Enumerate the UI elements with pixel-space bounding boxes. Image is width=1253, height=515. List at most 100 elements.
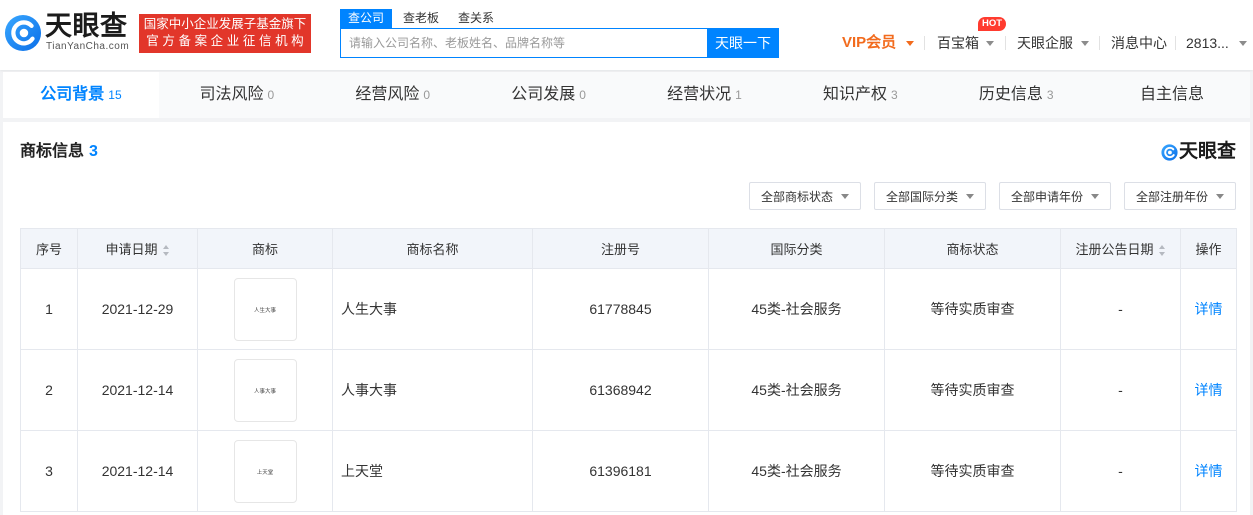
tab-intellectual-property[interactable]: 知识产权 3 (782, 72, 938, 118)
cell-trademark-name: 人生大事 (332, 268, 533, 350)
cell-reg-no: 61778845 (532, 268, 709, 350)
chevron-down-icon (1216, 193, 1224, 199)
tab-label: 公司背景 (40, 86, 105, 103)
tab-label: 司法风险 (199, 86, 264, 103)
chevron-down-icon (1091, 193, 1099, 199)
filter-apply-year[interactable]: 全部申请年份 (999, 182, 1111, 210)
logo-domain: TianYanCha.com (46, 41, 130, 52)
cell-action: 详情 (1180, 349, 1237, 431)
cell-intl-class: 45类-社会服务 (708, 268, 885, 350)
search-type-tabs: 查公司 查老板 查关系 (340, 9, 500, 28)
tab-label: 知识产权 (822, 86, 887, 103)
col-label: 申请日期 (105, 242, 158, 257)
col-trademark-name: 商标名称 (332, 228, 533, 269)
cell-intl-class: 45类-社会服务 (708, 430, 885, 512)
search-bar: 天眼一下 (340, 28, 779, 58)
cell-announce-date: - (1060, 430, 1181, 512)
table-header-row: 序号 申请日期 商标 商标名称 注册号 国际分类 商标状态 注册公告日期 操作 (20, 228, 1237, 269)
brand-name: 天眼查 (1178, 141, 1236, 162)
tab-history-info[interactable]: 历史信息 3 (938, 72, 1094, 118)
tab-label: 经营风险 (355, 86, 420, 103)
chevron-down-icon (841, 193, 849, 199)
col-index: 序号 (20, 228, 78, 269)
filter-label: 全部注册年份 (1135, 189, 1208, 204)
nav-divider (1099, 36, 1100, 50)
detail-link[interactable]: 详情 (1195, 382, 1223, 398)
nav-divider (924, 36, 925, 50)
filter-register-year[interactable]: 全部注册年份 (1124, 182, 1236, 210)
trademark-image-text: 上天堂 (256, 469, 274, 476)
nav-divider (1175, 36, 1176, 50)
col-apply-date[interactable]: 申请日期 (77, 228, 198, 269)
cell-trademark-name: 上天堂 (332, 430, 533, 512)
site-logo[interactable]: 天眼查 TianYanCha.com (0, 0, 132, 70)
cell-apply-date: 2021-12-29 (77, 268, 198, 350)
section-title: 商标信息 3 (20, 142, 98, 162)
trademark-image[interactable]: 人事大事 (233, 358, 297, 422)
treasure-chevron-down-icon[interactable] (986, 41, 994, 46)
official-badge[interactable]: 国家中小企业发展子基金旗下 官方备案企业征信机构 (139, 14, 311, 53)
cell-announce-date: - (1060, 349, 1181, 431)
user-account-menu[interactable]: 2813... (1186, 33, 1229, 53)
trademark-image-text: 人事大事 (254, 388, 276, 395)
filter-intl-class[interactable]: 全部国际分类 (874, 182, 986, 210)
detail-link[interactable]: 详情 (1195, 301, 1223, 317)
cell-trademark-image: 人生大事 (197, 268, 333, 350)
search-tab-company[interactable]: 查公司 (340, 9, 392, 28)
vip-member-menu[interactable]: VIP会员 (842, 33, 896, 53)
sort-icon[interactable] (1158, 245, 1166, 257)
services-chevron-down-icon[interactable] (1081, 41, 1089, 46)
filter-label: 全部商标状态 (760, 189, 833, 204)
tab-judicial-risk[interactable]: 司法风险 0 (159, 72, 315, 118)
treasure-box-menu[interactable]: 百宝箱 (937, 33, 979, 53)
sort-icon[interactable] (162, 245, 170, 257)
cell-status: 等待实质审查 (884, 430, 1061, 512)
vip-chevron-down-icon[interactable] (906, 41, 914, 46)
search-tab-boss[interactable]: 查老板 (403, 9, 439, 28)
badge-line-2: 官方备案企业征信机构 (146, 34, 308, 48)
tab-business-status[interactable]: 经营状况 1 (627, 72, 783, 118)
message-center-link[interactable]: 消息中心 (1111, 33, 1167, 53)
tab-count: 0 (423, 88, 431, 102)
trademark-image[interactable]: 人生大事 (233, 277, 297, 341)
user-chevron-down-icon[interactable] (1239, 41, 1247, 46)
hot-badge: HOT (978, 17, 1006, 31)
cell-status: 等待实质审查 (884, 349, 1061, 431)
cell-index: 3 (20, 430, 78, 512)
logo-name: 天眼查 (45, 11, 128, 41)
col-reg-no: 注册号 (532, 228, 709, 269)
table-row: 1 2021-12-29 人生大事 人生大事 61778845 45类-社会服务… (20, 268, 1237, 350)
enterprise-services-menu[interactable]: 天眼企服 (1017, 33, 1073, 53)
cell-index: 1 (20, 268, 78, 350)
cell-apply-date: 2021-12-14 (77, 430, 198, 512)
search-button[interactable]: 天眼一下 (707, 28, 779, 58)
tab-company-development[interactable]: 公司发展 0 (471, 72, 627, 118)
col-label: 注册公告日期 (1075, 242, 1154, 257)
badge-line-1: 国家中小企业发展子基金旗下 (143, 17, 307, 31)
col-action: 操作 (1180, 228, 1237, 269)
tab-count: 1 (735, 88, 742, 102)
tab-count: 0 (267, 88, 275, 102)
tab-count: 3 (890, 88, 898, 102)
detail-link[interactable]: 详情 (1195, 463, 1223, 479)
tianyancha-logo-icon (4, 14, 42, 52)
col-status: 商标状态 (884, 228, 1061, 269)
tab-count: 3 (1046, 88, 1054, 102)
search-input[interactable] (340, 28, 707, 58)
cell-status: 等待实质审查 (884, 268, 1061, 350)
cell-trademark-name: 人事大事 (332, 349, 533, 431)
cell-index: 2 (20, 349, 78, 431)
section-count: 3 (89, 143, 98, 160)
tab-company-background[interactable]: 公司背景 15 (3, 72, 159, 118)
trademark-image[interactable]: 上天堂 (233, 439, 297, 503)
tab-self-info[interactable]: 自主信息 (1094, 72, 1250, 118)
table-row: 3 2021-12-14 上天堂 上天堂 61396181 45类-社会服务 等… (20, 430, 1237, 512)
search-tab-relation[interactable]: 查关系 (458, 9, 494, 28)
filter-trademark-status[interactable]: 全部商标状态 (749, 182, 861, 210)
cell-reg-no: 61368942 (532, 349, 709, 431)
tab-operating-risk[interactable]: 经营风险 0 (315, 72, 471, 118)
cell-trademark-image: 上天堂 (197, 430, 333, 512)
cell-action: 详情 (1180, 430, 1237, 512)
tianyancha-logo-icon (1161, 143, 1178, 161)
col-announce-date[interactable]: 注册公告日期 (1060, 228, 1181, 269)
